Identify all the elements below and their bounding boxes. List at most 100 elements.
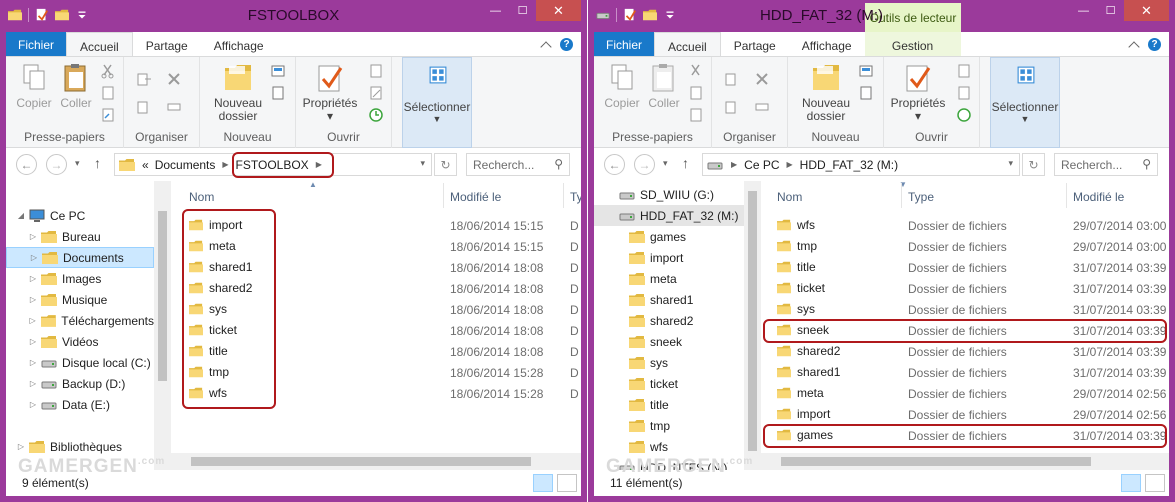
select-button[interactable]: Sélectionner ▼ <box>990 57 1060 148</box>
tab-home[interactable]: Accueil <box>654 32 721 56</box>
move-to-icon[interactable] <box>724 71 740 87</box>
file-row[interactable]: import Dossier de fichiers 29/07/2014 02:5… <box>761 404 1169 425</box>
easy-access-icon[interactable] <box>270 85 286 101</box>
horizontal-scrollbar[interactable] <box>171 453 581 470</box>
close-button[interactable]: ✕ <box>536 0 581 21</box>
expand-arrow-icon[interactable]: ▷ <box>28 274 38 283</box>
tree-item[interactable]: SD_WIIU (G:) <box>594 184 744 205</box>
edit-icon[interactable] <box>956 85 972 101</box>
tree-item[interactable]: ▷ Bureau <box>6 226 154 247</box>
file-row[interactable]: ticket Dossier de fichiers 31/07/2014 03:3… <box>761 278 1169 299</box>
file-row[interactable]: shared2 Dossier de fichiers 31/07/2014 03:… <box>761 341 1169 362</box>
delete-icon[interactable] <box>754 71 770 87</box>
column-type[interactable]: Ty <box>570 190 581 204</box>
tab-file[interactable]: Fichier <box>594 32 655 56</box>
chevron-right-icon[interactable]: ▶ <box>783 160 797 169</box>
tree-item[interactable]: sneek <box>594 331 744 352</box>
tab-home[interactable]: Accueil <box>66 32 133 56</box>
tab-share[interactable]: Partage <box>721 32 789 56</box>
new-folder-button[interactable]: Nouveau dossier <box>210 62 266 123</box>
address-overflow[interactable]: « <box>139 158 152 172</box>
tree-item[interactable]: ▷ Vidéos <box>6 331 154 352</box>
easy-access-icon[interactable] <box>858 85 874 101</box>
paste-button[interactable]: Coller <box>646 62 682 110</box>
expand-arrow-icon[interactable]: ▷ <box>29 253 39 262</box>
column-modified[interactable]: Modifié le <box>450 190 501 204</box>
cut-icon[interactable] <box>688 63 704 79</box>
breadcrumb-current[interactable]: HDD_FAT_32 (M:) <box>797 158 901 172</box>
properties-button[interactable]: Propriétés ▾ <box>302 62 358 123</box>
refresh-button[interactable]: ↻ <box>1022 153 1045 176</box>
tree-item[interactable]: HDD_FAT_32 (M:) <box>594 205 744 226</box>
expand-arrow-icon[interactable]: ▷ <box>28 295 38 304</box>
address-dropdown-icon[interactable]: ▾ <box>420 158 425 169</box>
tree-item[interactable]: ◢ Ce PC <box>6 205 154 226</box>
details-view-button[interactable] <box>1121 474 1141 492</box>
up-button[interactable]: ↑ <box>94 155 101 171</box>
paste-shortcut-icon[interactable] <box>100 107 116 123</box>
file-row[interactable]: tmp Dossier de fichiers 29/07/2014 03:00 <box>761 236 1169 257</box>
paste-shortcut-icon[interactable] <box>688 107 704 123</box>
maximize-button[interactable]: ☐ <box>509 0 536 21</box>
new-folder-button[interactable]: Nouveau dossier <box>798 62 854 123</box>
delete-icon[interactable] <box>166 71 182 87</box>
breadcrumb-this-pc[interactable]: Ce PC <box>741 158 782 172</box>
dropdown-arrow-icon[interactable]: ▾ <box>915 110 921 123</box>
tree-item[interactable]: ticket <box>594 373 744 394</box>
tree-item[interactable]: tmp <box>594 415 744 436</box>
tree-item[interactable]: sys <box>594 352 744 373</box>
tree-item[interactable]: ▷ Images <box>6 268 154 289</box>
minimize-button[interactable]: — <box>1070 0 1097 21</box>
new-item-icon[interactable] <box>270 63 286 79</box>
move-to-icon[interactable] <box>136 71 152 87</box>
large-icons-view-button[interactable] <box>1145 474 1165 492</box>
tree-item[interactable]: title <box>594 394 744 415</box>
tree-item[interactable]: ▷ Disque local (C:) <box>6 352 154 373</box>
column-type[interactable]: Type <box>908 190 934 204</box>
history-icon[interactable] <box>956 107 972 123</box>
file-row[interactable]: shared1 Dossier de fichiers 31/07/2014 03:… <box>761 362 1169 383</box>
copy-path-icon[interactable] <box>688 85 704 101</box>
forward-button[interactable]: → <box>46 154 67 175</box>
tree-item[interactable]: ▷ Data (E:) <box>6 394 154 415</box>
expand-arrow-icon[interactable]: ▷ <box>28 232 38 241</box>
details-view-button[interactable] <box>533 474 553 492</box>
navigation-scrollbar[interactable] <box>154 181 171 470</box>
copy-to-icon[interactable] <box>136 99 152 115</box>
close-button[interactable]: ✕ <box>1124 0 1169 21</box>
back-button[interactable]: ← <box>16 154 37 175</box>
back-button[interactable]: ← <box>604 154 625 175</box>
collapse-ribbon-icon[interactable] <box>1128 40 1140 53</box>
rename-icon[interactable] <box>166 99 182 115</box>
history-icon[interactable] <box>368 107 384 123</box>
file-row[interactable]: wfs Dossier de fichiers 29/07/2014 03:00 <box>761 215 1169 236</box>
expand-arrow-icon[interactable]: ▷ <box>28 400 38 409</box>
search-input[interactable]: Recherch... ⚲ <box>466 153 570 176</box>
minimize-button[interactable]: — <box>482 0 509 21</box>
open-icon[interactable] <box>368 63 384 79</box>
tree-item[interactable]: shared1 <box>594 289 744 310</box>
column-name[interactable]: Nom <box>777 190 802 204</box>
search-input[interactable]: Recherch... ⚲ <box>1054 153 1158 176</box>
recent-locations-icon[interactable]: ▾ <box>663 158 668 169</box>
file-row[interactable]: title Dossier de fichiers 31/07/2014 03:39 <box>761 257 1169 278</box>
scrollbar-thumb[interactable] <box>191 457 531 466</box>
tree-item[interactable]: games <box>594 226 744 247</box>
scrollbar-thumb[interactable] <box>158 211 167 381</box>
tab-view[interactable]: Affichage <box>789 32 865 56</box>
tree-item[interactable]: ▷ Musique <box>6 289 154 310</box>
up-button[interactable]: ↑ <box>682 155 689 171</box>
cut-icon[interactable] <box>100 63 116 79</box>
copy-button[interactable]: Copier <box>602 62 642 110</box>
tab-view[interactable]: Affichage <box>201 32 277 56</box>
paste-button[interactable]: Coller <box>58 62 94 110</box>
expand-arrow-icon[interactable]: ▷ <box>28 358 38 367</box>
tab-share[interactable]: Partage <box>133 32 201 56</box>
column-modified[interactable]: Modifié le <box>1073 190 1124 204</box>
edit-icon[interactable] <box>368 85 384 101</box>
tree-item[interactable]: ▷ Backup (D:) <box>6 373 154 394</box>
copy-path-icon[interactable] <box>100 85 116 101</box>
scrollbar-thumb[interactable] <box>781 457 1091 466</box>
properties-button[interactable]: Propriétés ▾ <box>890 62 946 123</box>
file-row[interactable]: sys Dossier de fichiers 31/07/2014 03:39 <box>761 299 1169 320</box>
